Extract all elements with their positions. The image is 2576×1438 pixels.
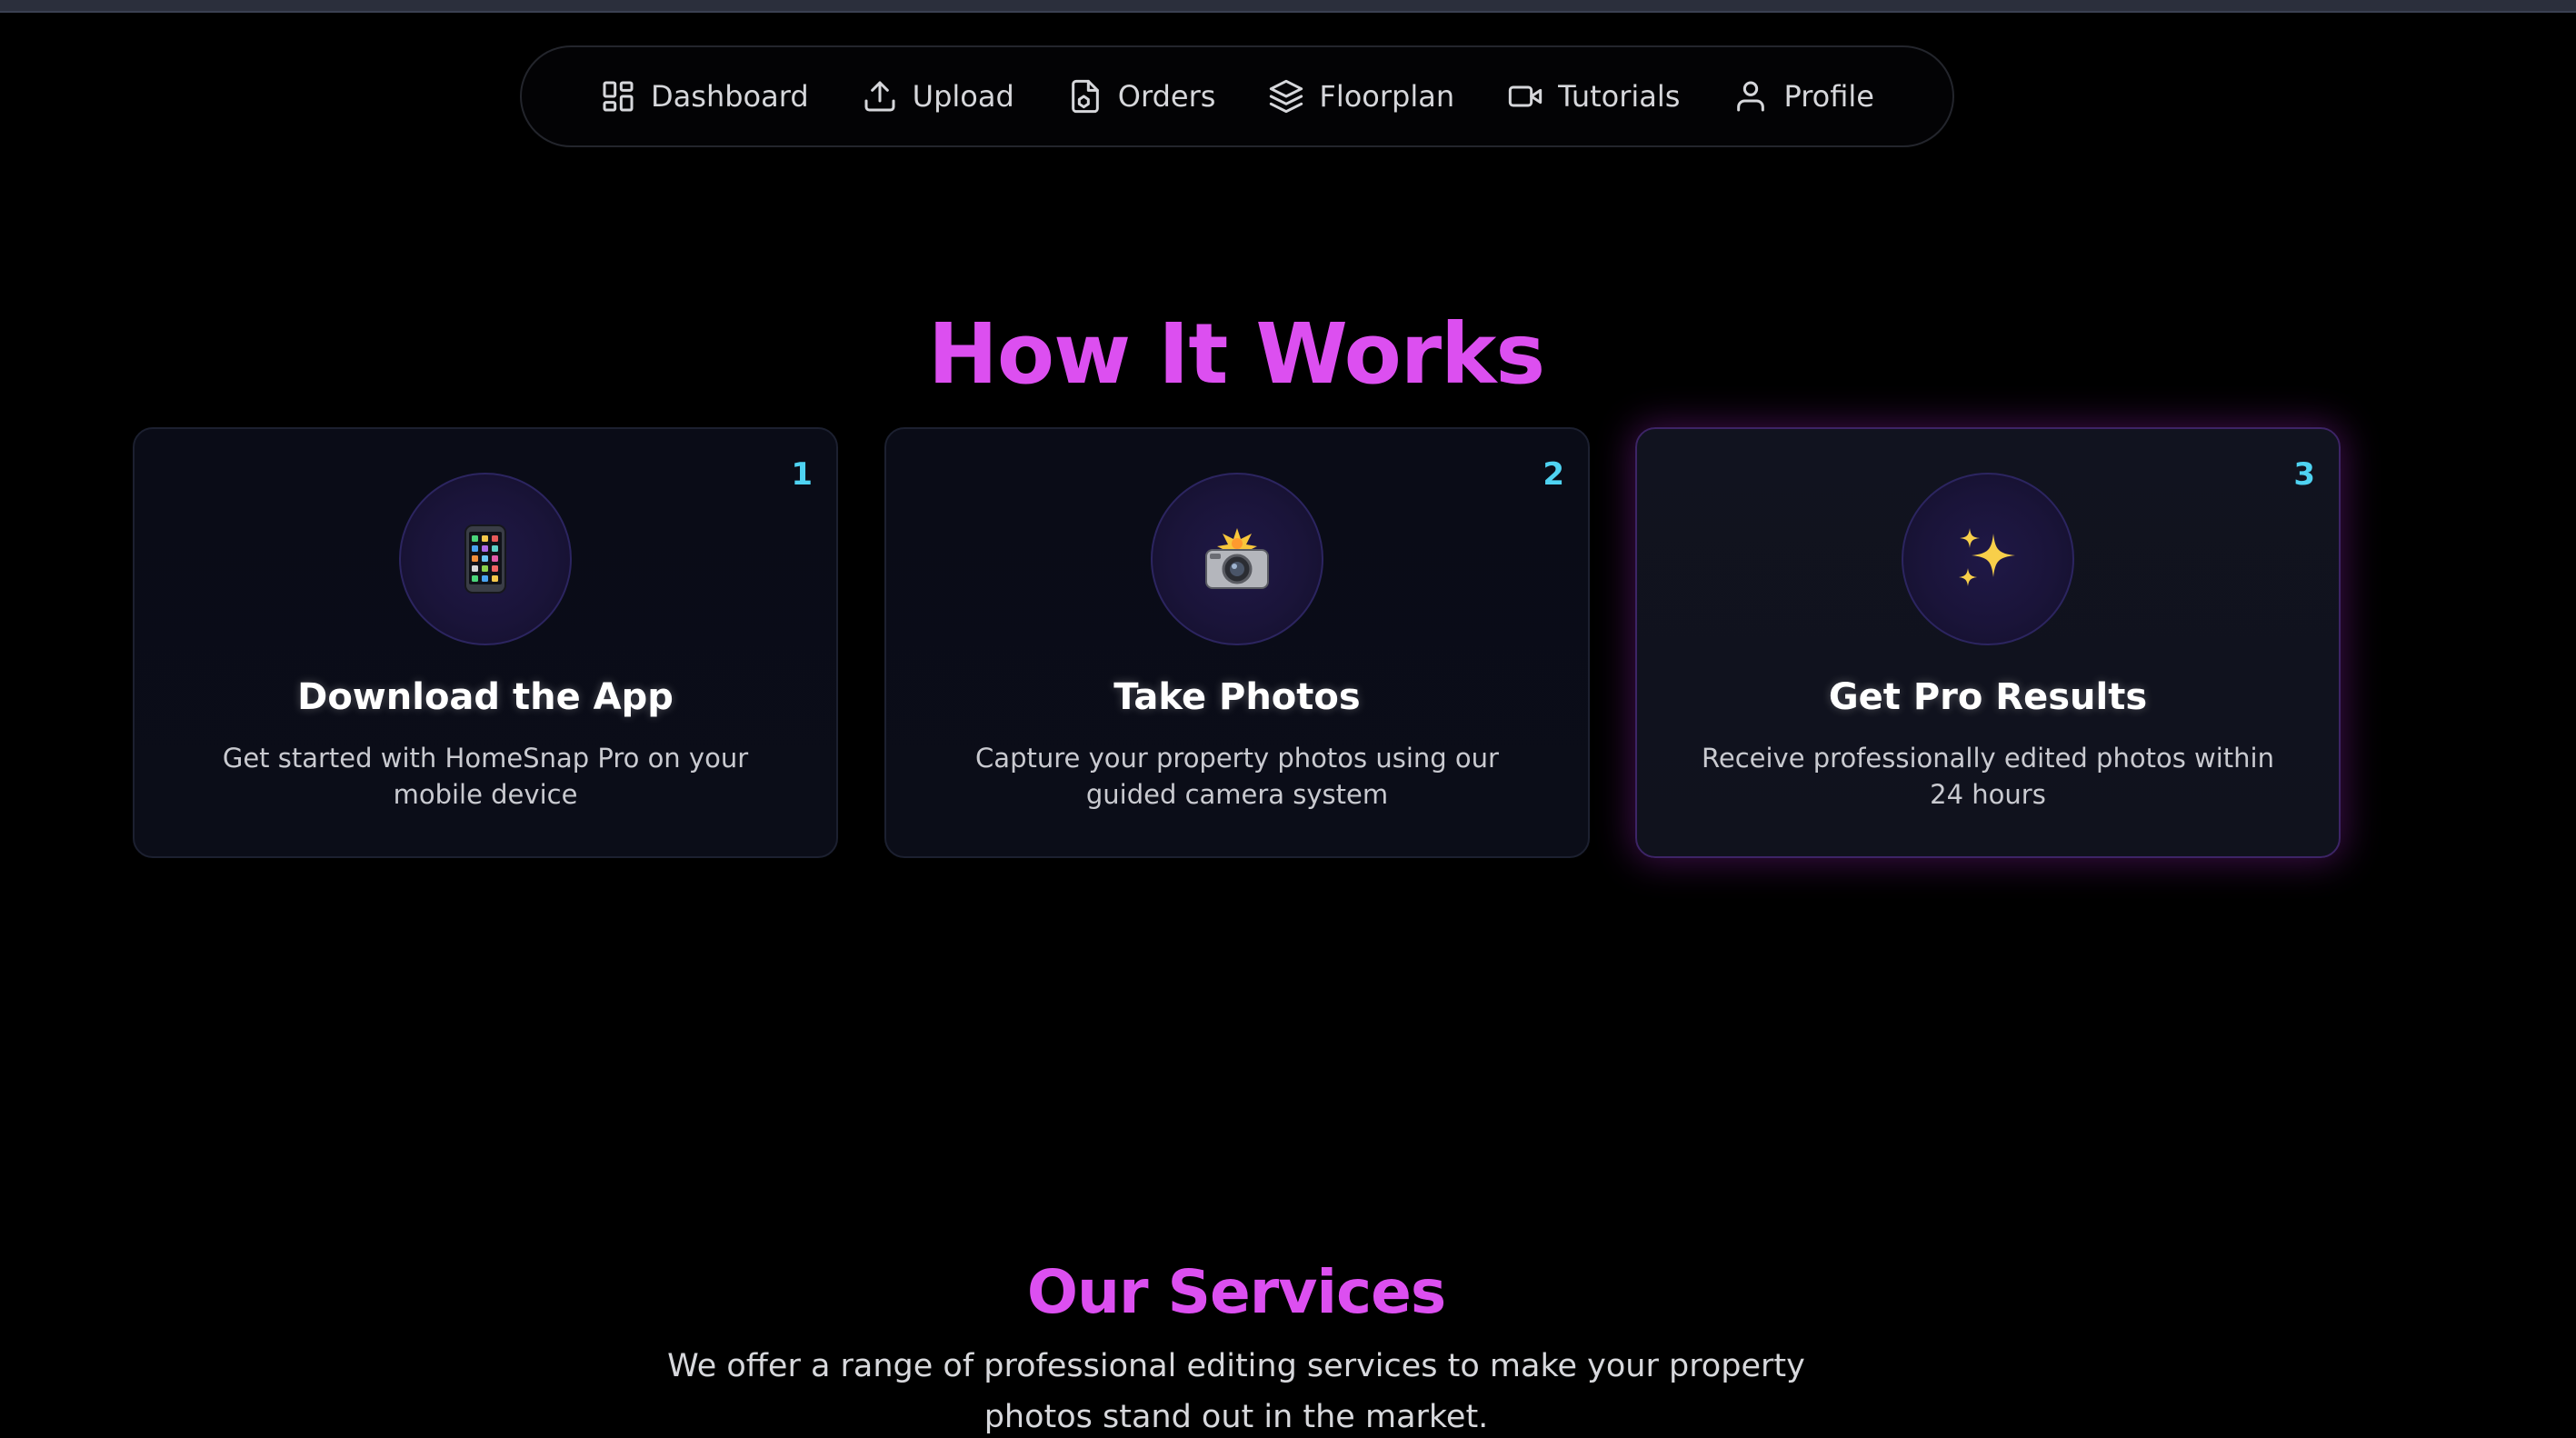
our-services-title: Our Services [1026, 1256, 1446, 1327]
step-description: Receive professionally edited photos wit… [1702, 743, 2274, 810]
step-icon-circle [1151, 473, 1323, 645]
step-icon-circle [1902, 473, 2074, 645]
orders-icon [1071, 79, 1099, 114]
step-description: Get started with HomeSnap Pro on your mo… [222, 743, 749, 810]
step-title: Download the App [297, 676, 674, 718]
step-number: 3 [2293, 456, 2315, 493]
mobile-phone-icon [464, 524, 506, 594]
how-it-works-title: How It Works [927, 305, 1545, 403]
upload-icon [864, 81, 895, 112]
dashboard-icon [603, 81, 634, 112]
user-icon [1737, 81, 1765, 112]
browser-top-strip [0, 0, 2576, 13]
sparkles-icon [1959, 528, 2015, 586]
nav-label: Dashboard [651, 79, 809, 114]
nav-label: Upload [912, 79, 1014, 114]
step-title: Take Photos [1113, 676, 1361, 718]
nav-item-dashboard[interactable]: Dashboard [600, 78, 809, 115]
step-title: Get Pro Results [1828, 676, 2148, 718]
step-card-take-photos: 2 Take Photos Capture your property phot… [884, 427, 1590, 858]
step-number: 1 [791, 456, 813, 493]
video-camera-icon [1508, 85, 1543, 107]
nav-label: Tutorials [1558, 79, 1681, 114]
step-card-pro-results: 3 Get Pro Results Receive professionally… [1635, 427, 2341, 858]
nav-item-profile[interactable]: Profile [1732, 78, 1874, 115]
camera-flash-icon [1205, 528, 1269, 589]
nav-item-floorplan[interactable]: Floorplan [1268, 78, 1454, 115]
nav-label: Profile [1783, 79, 1874, 114]
nav-label: Floorplan [1319, 79, 1455, 114]
step-description: Capture your property photos using our g… [975, 743, 1499, 810]
main-nav: Dashboard Upload Orders Floorplan Tutori… [520, 45, 1954, 147]
services-description: We offer a range of professional editing… [667, 1348, 1805, 1435]
nav-label: Orders [1117, 79, 1216, 114]
nav-item-upload[interactable]: Upload [862, 78, 1014, 115]
step-card-download: 1 Download the App Get started with Home… [133, 427, 838, 858]
step-number: 2 [1543, 456, 1564, 493]
layers-icon [1270, 79, 1303, 114]
step-icon-circle [399, 473, 572, 645]
nav-item-tutorials[interactable]: Tutorials [1507, 78, 1680, 115]
nav-item-orders[interactable]: Orders [1067, 78, 1216, 115]
